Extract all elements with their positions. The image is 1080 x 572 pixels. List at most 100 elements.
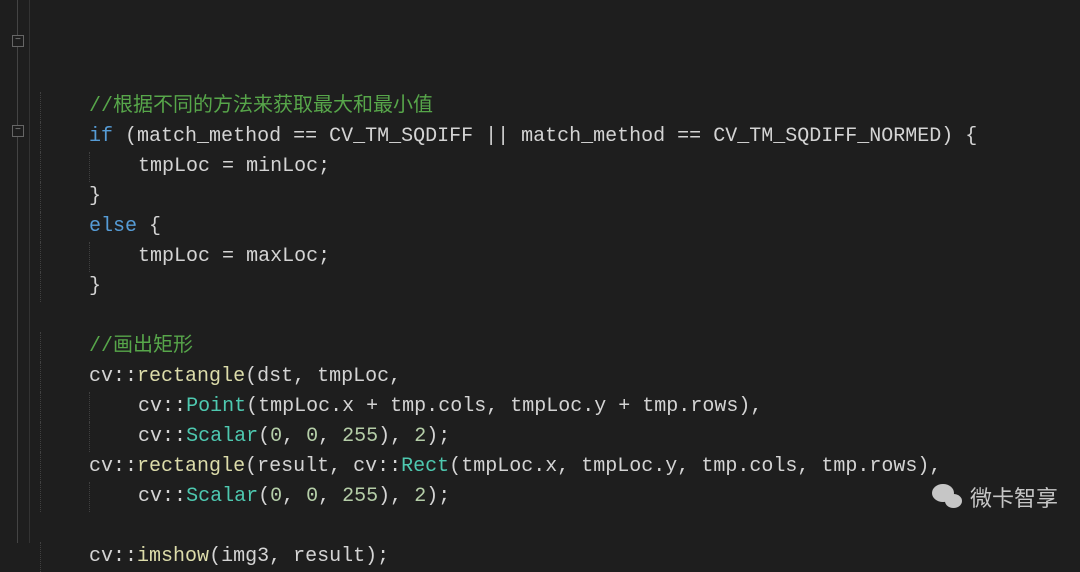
code-line[interactable]: tmpLoc = maxLoc;	[40, 242, 1080, 272]
token-punct: (	[246, 395, 258, 418]
code-line[interactable]: tmpLoc = minLoc;	[40, 152, 1080, 182]
token-punct: .	[426, 395, 438, 418]
token-func: rectangle	[137, 455, 245, 478]
token-ident: x	[342, 395, 354, 418]
token-type: Point	[186, 395, 246, 418]
token-punct: ,	[797, 455, 821, 478]
token-ident: rows	[690, 395, 738, 418]
token-ident: cv	[353, 455, 377, 478]
token-ident: tmpLoc	[317, 365, 389, 388]
watermark: 微卡智享	[932, 481, 1058, 513]
token-ident: y	[594, 395, 606, 418]
token-ident: cv	[138, 425, 162, 448]
token-punct: ,	[282, 425, 306, 448]
code-area[interactable]: //根据不同的方法来获取最大和最小值 if (match_method == C…	[30, 0, 1080, 543]
token-ident: rows	[869, 455, 917, 478]
code-line[interactable]: cv::imshow(img3, result);	[40, 542, 1080, 572]
token-punct: (	[258, 425, 270, 448]
token-op: =	[210, 245, 246, 268]
token-punct: ;	[318, 155, 330, 178]
code-line[interactable]: if (match_method == CV_TM_SQDIFF || matc…	[40, 122, 1080, 152]
token-ident: x	[545, 455, 557, 478]
fold-marker[interactable]	[12, 35, 24, 47]
token-ident: maxLoc	[246, 245, 318, 268]
token-punct: ,	[557, 455, 581, 478]
code-line[interactable]: //画出矩形	[40, 332, 1080, 362]
token-punct: ::	[162, 485, 186, 508]
token-num: 0	[306, 485, 318, 508]
token-punct: ,	[329, 455, 353, 478]
token-op: =	[210, 155, 246, 178]
token-ident: cv	[138, 485, 162, 508]
token-ident: result	[293, 545, 365, 568]
token-brace: }	[89, 185, 101, 208]
token-punct: ),	[378, 425, 414, 448]
code-line[interactable]: }	[40, 272, 1080, 302]
token-ident: minLoc	[246, 155, 318, 178]
token-num: 0	[270, 425, 282, 448]
token-punct: ::	[113, 455, 137, 478]
code-line[interactable]: cv::Scalar(0, 0, 255), 2);	[40, 482, 1080, 512]
token-num: 0	[306, 425, 318, 448]
token-op: ||	[473, 125, 521, 148]
code-line[interactable]: }	[40, 182, 1080, 212]
code-line[interactable]: cv::rectangle(result, cv::Rect(tmpLoc.x,…	[40, 452, 1080, 482]
token-comment: //根据不同的方法来获取最大和最小值	[89, 95, 433, 118]
token-punct: ::	[113, 365, 137, 388]
token-ident: cols	[749, 455, 797, 478]
code-line[interactable]: cv::rectangle(dst, tmpLoc,	[40, 362, 1080, 392]
token-comment: //画出矩形	[89, 335, 193, 358]
token-op: ==	[665, 125, 713, 148]
token-num: 0	[270, 485, 282, 508]
token-punct: ),	[917, 455, 941, 478]
token-ident: tmp	[642, 395, 678, 418]
code-line[interactable]: cv::Point(tmpLoc.x + tmp.cols, tmpLoc.y …	[40, 392, 1080, 422]
token-punct: ::	[162, 425, 186, 448]
code-line[interactable]: else {	[40, 212, 1080, 242]
token-punct	[137, 215, 149, 238]
token-punct: .	[533, 455, 545, 478]
token-punct: );	[426, 425, 450, 448]
code-line[interactable]	[40, 512, 1080, 542]
gutter-line	[17, 137, 18, 543]
token-ident: tmp	[390, 395, 426, 418]
token-op: ==	[281, 125, 329, 148]
token-punct: (	[113, 125, 137, 148]
code-editor: //根据不同的方法来获取最大和最小值 if (match_method == C…	[0, 0, 1080, 543]
token-punct: );	[426, 485, 450, 508]
token-punct: ,	[318, 425, 342, 448]
token-num: 255	[342, 485, 378, 508]
token-ident: cv	[89, 545, 113, 568]
code-line[interactable]: //根据不同的方法来获取最大和最小值	[40, 92, 1080, 122]
token-ident: CV_TM_SQDIFF	[329, 125, 473, 148]
token-ident: CV_TM_SQDIFF_NORMED	[713, 125, 941, 148]
token-ident: tmpLoc	[138, 245, 210, 268]
token-ident: tmpLoc	[258, 395, 330, 418]
code-line[interactable]: cv::Scalar(0, 0, 255), 2);	[40, 422, 1080, 452]
token-ident: cv	[89, 455, 113, 478]
token-punct: );	[365, 545, 389, 568]
token-ident: result	[257, 455, 329, 478]
token-num: 2	[414, 485, 426, 508]
token-punct: ;	[318, 245, 330, 268]
token-ident: cols	[438, 395, 486, 418]
token-num: 255	[342, 425, 378, 448]
token-brace: {	[965, 125, 977, 148]
token-punct: (	[258, 485, 270, 508]
gutter-line	[17, 0, 18, 35]
token-punct: (	[245, 365, 257, 388]
code-line[interactable]	[40, 302, 1080, 332]
fold-marker[interactable]	[12, 125, 24, 137]
token-punct: )	[941, 125, 965, 148]
token-num: 2	[414, 425, 426, 448]
token-brace: {	[149, 215, 161, 238]
token-punct: ,	[282, 485, 306, 508]
token-ident: cv	[89, 365, 113, 388]
token-punct: ,	[389, 365, 401, 388]
token-ident: tmpLoc	[510, 395, 582, 418]
token-op: +	[606, 395, 642, 418]
token-func: rectangle	[137, 365, 245, 388]
token-punct: ::	[113, 545, 137, 568]
token-keyword: if	[89, 125, 113, 148]
token-punct: ,	[486, 395, 510, 418]
